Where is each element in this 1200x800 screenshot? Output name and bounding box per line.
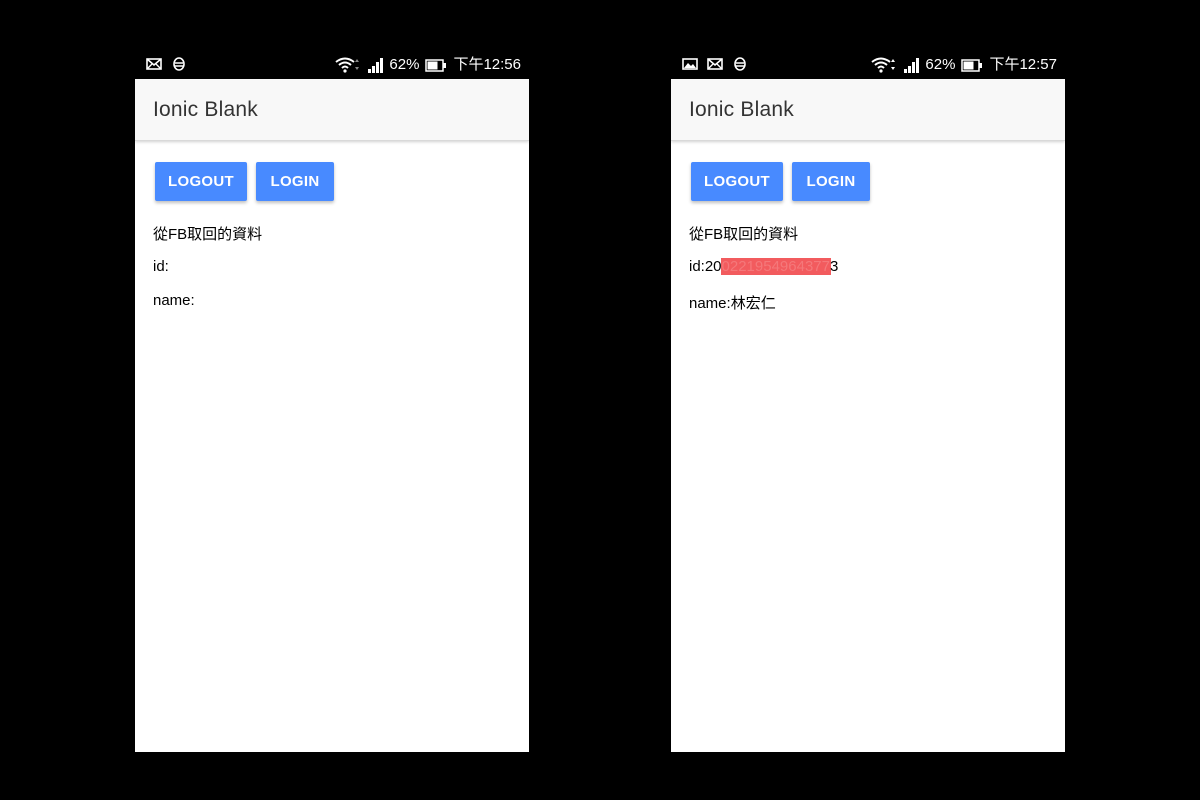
id-label: id: bbox=[689, 258, 705, 275]
name-value: 林宏仁 bbox=[730, 295, 776, 312]
sync-icon bbox=[732, 56, 748, 72]
status-bar: 62% 下午12:56 bbox=[135, 50, 529, 79]
fb-data-heading: 從FB取回的資料 bbox=[689, 226, 799, 243]
app-screen: Ionic Blank LOGOUT LOGIN 從FB取回的資料 id: na… bbox=[135, 79, 529, 752]
app-toolbar: Ionic Blank bbox=[135, 79, 529, 141]
id-value-redacted: 0221954964377 bbox=[720, 258, 831, 275]
login-button[interactable]: LOGIN bbox=[256, 162, 334, 201]
login-button[interactable]: LOGIN bbox=[792, 162, 870, 201]
fb-data-heading: 從FB取回的資料 bbox=[153, 226, 263, 243]
name-label: name: bbox=[689, 295, 731, 312]
id-row: id:2002219549643773 bbox=[689, 258, 838, 275]
status-bar: 62% 下午12:57 bbox=[671, 50, 1065, 79]
wifi-icon bbox=[871, 57, 897, 73]
mail-icon bbox=[707, 56, 723, 72]
name-label: name: bbox=[153, 292, 195, 309]
signal-icon bbox=[903, 57, 920, 73]
name-row: name: bbox=[153, 292, 195, 309]
battery-icon bbox=[961, 57, 983, 73]
clock: 下午12:56 bbox=[453, 56, 521, 73]
image-icon bbox=[682, 56, 698, 72]
id-row: id: bbox=[153, 258, 169, 275]
phone-screen-before-login: 62% 下午12:56 Ionic Blank LOGOUT LOGIN 從FB… bbox=[135, 50, 529, 752]
battery-percent: 62% bbox=[389, 56, 420, 73]
battery-icon bbox=[425, 57, 447, 73]
app-toolbar: Ionic Blank bbox=[671, 79, 1065, 141]
id-value-prefix: 20 bbox=[704, 258, 722, 275]
wifi-icon bbox=[335, 57, 361, 73]
logout-button[interactable]: LOGOUT bbox=[155, 162, 247, 201]
page-title: Ionic Blank bbox=[153, 98, 258, 121]
sync-icon bbox=[171, 56, 187, 72]
app-screen: Ionic Blank LOGOUT LOGIN 從FB取回的資料 id:200… bbox=[671, 79, 1065, 752]
id-label: id: bbox=[153, 258, 169, 275]
signal-icon bbox=[367, 57, 384, 73]
clock: 下午12:57 bbox=[989, 56, 1057, 73]
page-title: Ionic Blank bbox=[689, 98, 794, 121]
logout-button[interactable]: LOGOUT bbox=[691, 162, 783, 201]
id-value-suffix: 3 bbox=[829, 258, 839, 275]
mail-icon bbox=[146, 56, 162, 72]
phone-screen-after-login: 62% 下午12:57 Ionic Blank LOGOUT LOGIN 從FB… bbox=[671, 50, 1065, 752]
battery-percent: 62% bbox=[925, 56, 956, 73]
name-row: name:林宏仁 bbox=[689, 292, 776, 313]
